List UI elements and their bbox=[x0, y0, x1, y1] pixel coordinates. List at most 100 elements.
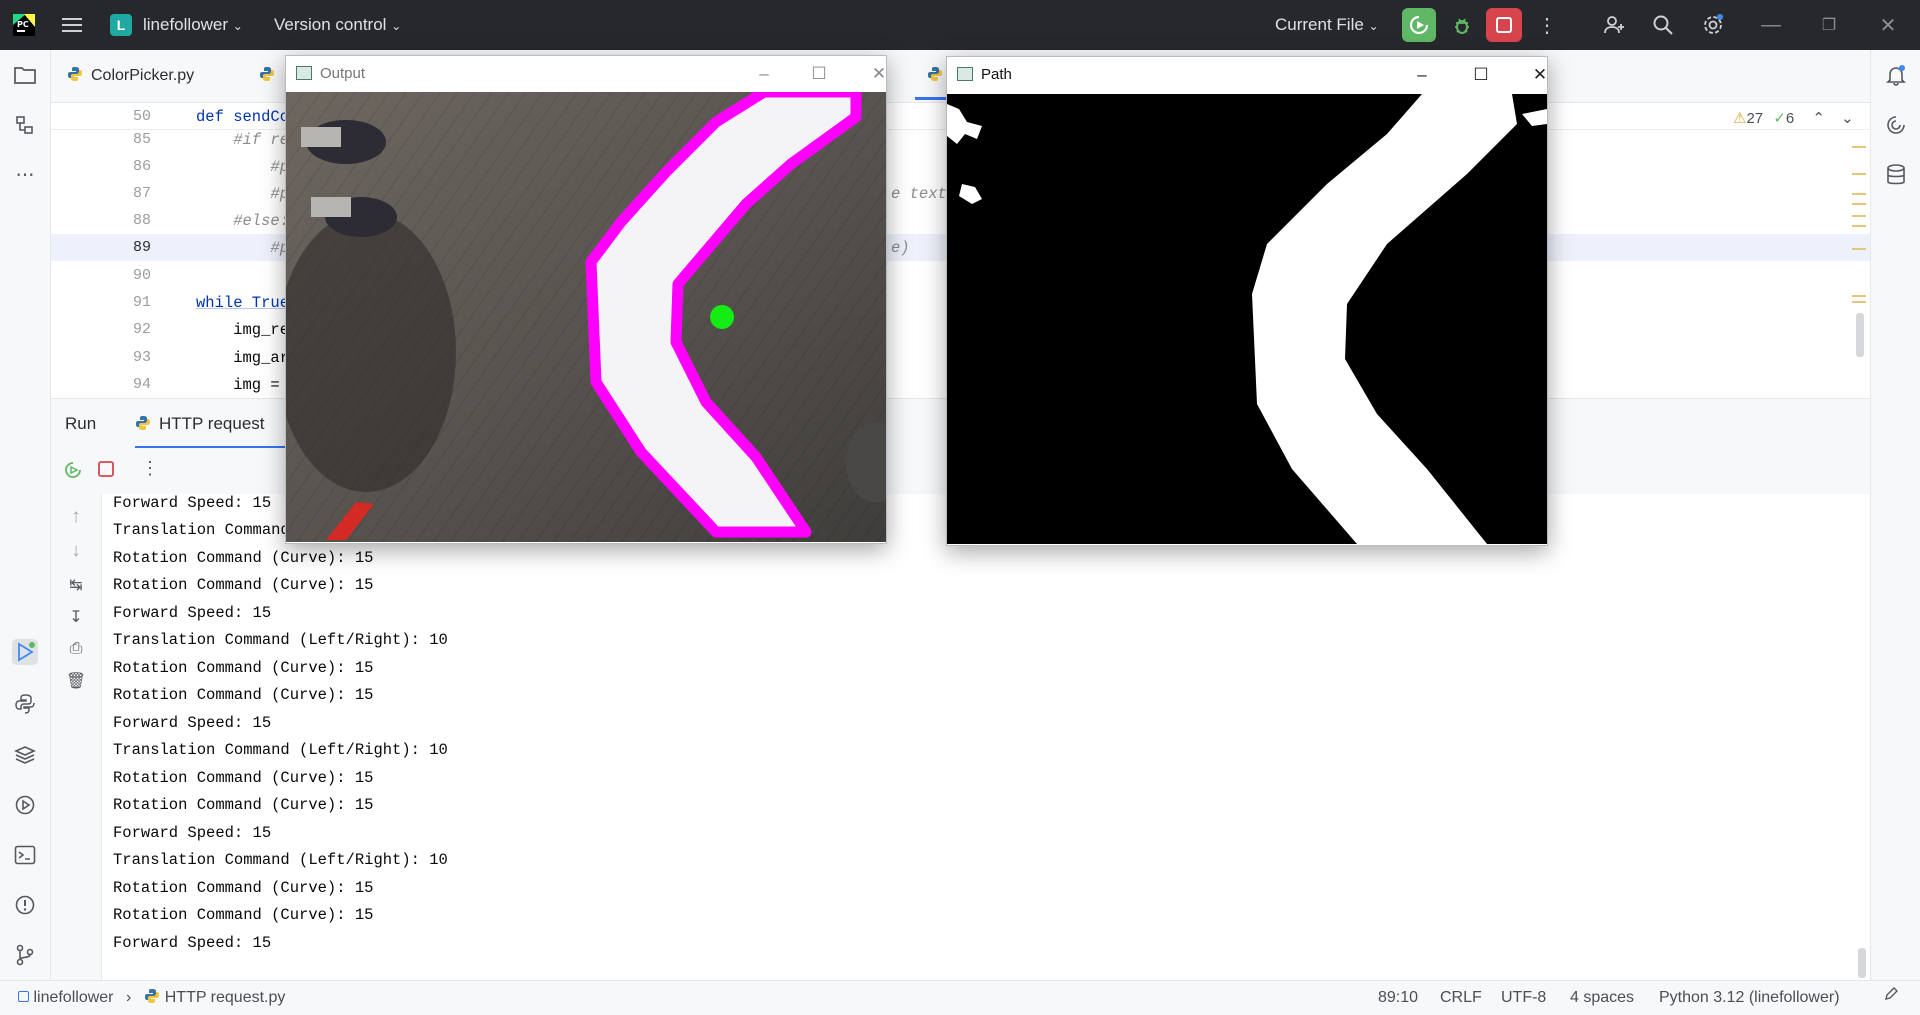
arrow-up-icon[interactable]: ↑ bbox=[63, 504, 89, 530]
run-config-selector[interactable]: Current File ⌄ bbox=[1275, 0, 1379, 50]
breadcrumb-project[interactable]: linefollower bbox=[33, 989, 113, 1006]
restore-window-icon[interactable]: ❐ bbox=[1815, 11, 1843, 39]
stripe-mark[interactable] bbox=[1852, 215, 1866, 217]
indent-setting[interactable]: 4 spaces bbox=[1570, 981, 1634, 1015]
minimize-window-icon[interactable]: — bbox=[1757, 11, 1785, 39]
ok-count: 6 bbox=[1785, 110, 1795, 127]
minimize-icon[interactable]: – bbox=[1399, 57, 1445, 93]
python-console-icon[interactable] bbox=[12, 691, 38, 717]
run-config-label: Current File bbox=[1275, 15, 1364, 34]
console-scrollbar-thumb[interactable] bbox=[1858, 948, 1866, 978]
trash-icon[interactable]: 🗑 bbox=[63, 668, 89, 694]
stripe-mark[interactable] bbox=[1852, 248, 1866, 250]
ai-assistant-icon[interactable] bbox=[1883, 112, 1909, 138]
stop-button[interactable] bbox=[1486, 8, 1522, 42]
more-options-icon[interactable]: ⋮ bbox=[141, 458, 159, 479]
print-icon[interactable]: ⎙ bbox=[63, 636, 89, 662]
tab-second[interactable] bbox=[259, 50, 283, 102]
git-branch-icon[interactable] bbox=[12, 942, 38, 968]
svg-text:PC: PC bbox=[17, 20, 29, 29]
maximize-icon[interactable]: ☐ bbox=[1458, 57, 1504, 93]
close-icon[interactable]: ✕ bbox=[856, 56, 902, 92]
editor-scrollbar-thumb[interactable] bbox=[1856, 313, 1864, 357]
maximize-icon[interactable]: ☐ bbox=[796, 56, 842, 92]
line-number: 94 bbox=[132, 376, 151, 393]
line-number: 86 bbox=[132, 158, 151, 175]
console-line: Forward Speed: 15 bbox=[113, 824, 272, 842]
line-number: 90 bbox=[132, 267, 151, 284]
more-actions-icon[interactable]: ⋮ bbox=[1533, 11, 1561, 39]
close-icon[interactable]: ✕ bbox=[1517, 57, 1563, 93]
project-name[interactable]: linefollower ⌄ bbox=[143, 0, 243, 50]
run-tab-label: HTTP request bbox=[159, 414, 265, 433]
output-window[interactable]: Output – ☐ ✕ bbox=[285, 55, 887, 544]
terminal-icon[interactable] bbox=[12, 842, 38, 868]
problems-icon[interactable] bbox=[12, 892, 38, 918]
project-folder-icon[interactable] bbox=[12, 62, 38, 88]
minimize-icon[interactable]: – bbox=[741, 56, 787, 92]
readonly-toggle-icon[interactable] bbox=[1883, 981, 1899, 1015]
breadcrumb[interactable]: linefollower › HTTP request.py bbox=[18, 981, 285, 1015]
more-tools-icon[interactable]: ⋯ bbox=[12, 162, 38, 188]
caret-position[interactable]: 89:10 bbox=[1378, 981, 1418, 1015]
stripe-mark[interactable] bbox=[1852, 225, 1866, 227]
python-packages-icon[interactable] bbox=[12, 742, 38, 768]
line-number: 85 bbox=[132, 131, 151, 148]
stripe-mark[interactable] bbox=[1852, 173, 1866, 175]
output-window-titlebar[interactable]: Output – ☐ ✕ bbox=[286, 56, 886, 92]
python-file-icon bbox=[260, 67, 274, 81]
structure-icon[interactable] bbox=[12, 112, 38, 138]
console-line: Forward Speed: 15 bbox=[113, 714, 272, 732]
code-line-tail: e text bbox=[891, 185, 947, 203]
debug-icon[interactable] bbox=[1448, 11, 1476, 39]
vcs-menu[interactable]: Version control ⌄ bbox=[274, 0, 401, 50]
tab-http-request[interactable]: HTTP request bbox=[135, 399, 265, 449]
rerun-icon[interactable] bbox=[63, 460, 85, 482]
chevron-down-icon[interactable]: ⌄ bbox=[1841, 110, 1854, 127]
code-line: while True: bbox=[196, 294, 298, 312]
stripe-mark[interactable] bbox=[1852, 295, 1866, 297]
close-window-icon[interactable]: ✕ bbox=[1874, 11, 1902, 39]
stripe-mark[interactable] bbox=[1852, 146, 1866, 148]
rerun-icon bbox=[1409, 15, 1429, 35]
tab-colorpicker[interactable]: ColorPicker.py bbox=[67, 50, 194, 102]
stripe-mark[interactable] bbox=[1852, 203, 1866, 205]
file-encoding[interactable]: UTF-8 bbox=[1501, 981, 1546, 1015]
inspections-widget[interactable]: ⚠27 ✓6 ⌃ ⌄ bbox=[1733, 109, 1854, 129]
status-bar: linefollower › HTTP request.py 89:10 CRL… bbox=[0, 980, 1920, 1015]
console-line: Forward Speed: 15 bbox=[113, 934, 272, 952]
line-number: 50 bbox=[132, 108, 151, 125]
soft-wrap-icon[interactable]: ↹ bbox=[63, 572, 89, 598]
chevron-up-icon[interactable]: ⌃ bbox=[1812, 110, 1825, 127]
run-side-toolbar: ↑ ↓ ↹ ↧ ⎙ 🗑 bbox=[51, 494, 102, 980]
arrow-down-icon[interactable]: ↓ bbox=[63, 538, 89, 564]
main-menu-icon[interactable] bbox=[58, 11, 86, 39]
title-bar: PC L linefollower ⌄ Version control ⌄ Cu… bbox=[0, 0, 1920, 50]
search-icon[interactable] bbox=[1649, 11, 1677, 39]
scroll-to-end-icon[interactable]: ↧ bbox=[63, 604, 89, 630]
stripe-mark[interactable] bbox=[1852, 301, 1866, 303]
line-separator[interactable]: CRLF bbox=[1440, 981, 1482, 1015]
path-window[interactable]: Path – ☐ ✕ bbox=[946, 56, 1548, 546]
warning-icon: ⚠ bbox=[1733, 110, 1747, 127]
console-output[interactable]: Forward Speed: 15 Translation Command (L… bbox=[102, 494, 1870, 980]
breadcrumb-file[interactable]: HTTP request.py bbox=[165, 989, 286, 1006]
run-tool-icon[interactable] bbox=[12, 639, 38, 665]
services-icon[interactable] bbox=[12, 792, 38, 818]
project-badge[interactable]: L bbox=[110, 14, 132, 36]
settings-gear-icon[interactable] bbox=[1699, 11, 1727, 39]
add-user-icon[interactable] bbox=[1600, 11, 1628, 39]
pycharm-logo-icon[interactable]: PC bbox=[10, 11, 38, 39]
python-interpreter[interactable]: Python 3.12 (linefollower) bbox=[1659, 981, 1840, 1015]
run-panel-title: Run bbox=[65, 414, 97, 433]
check-icon: ✓ bbox=[1773, 110, 1786, 127]
database-icon[interactable] bbox=[1883, 162, 1909, 188]
app-window-icon bbox=[296, 66, 312, 80]
notifications-bell-icon[interactable] bbox=[1883, 62, 1909, 88]
console-line: Rotation Command (Curve): 15 bbox=[113, 796, 374, 814]
rerun-button[interactable] bbox=[1402, 8, 1436, 42]
stop-icon[interactable] bbox=[97, 460, 119, 482]
app-window-icon bbox=[957, 67, 973, 81]
path-window-titlebar[interactable]: Path – ☐ ✕ bbox=[947, 57, 1547, 93]
stripe-mark[interactable] bbox=[1852, 193, 1866, 195]
